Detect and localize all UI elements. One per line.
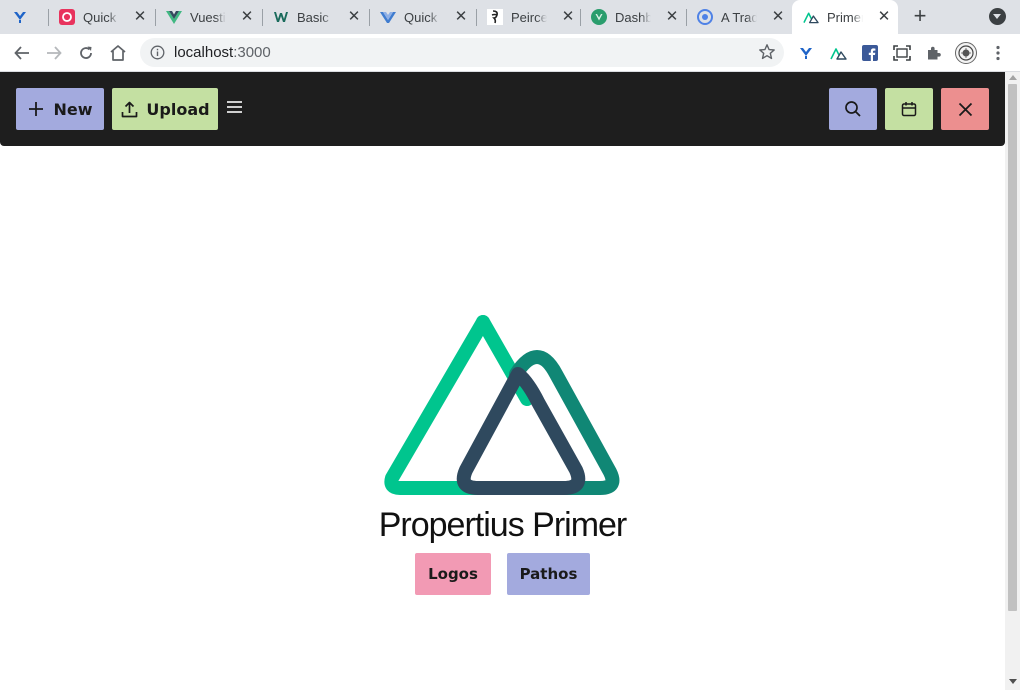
figure-icon xyxy=(487,9,503,25)
search-button[interactable] xyxy=(829,88,877,130)
url-text: localhost:3000 xyxy=(174,44,271,61)
new-tab-button[interactable]: + xyxy=(909,5,931,28)
vuestic-y-icon xyxy=(800,48,812,59)
browser-tab[interactable]: Vuestic ✕ xyxy=(166,0,261,34)
close-tab-icon[interactable]: ✕ xyxy=(560,9,576,25)
vite-icon xyxy=(380,9,396,25)
screenshot-icon xyxy=(893,45,911,61)
forward-button[interactable] xyxy=(42,41,66,65)
info-icon[interactable] xyxy=(150,45,165,60)
nuxt-logo-icon xyxy=(384,315,620,495)
reload-icon xyxy=(80,46,92,59)
tab-title: Primer xyxy=(827,9,863,25)
logos-button[interactable]: Logos xyxy=(415,553,491,595)
browser-tab[interactable] xyxy=(12,0,48,34)
logos-button-label: Logos xyxy=(428,565,478,583)
calendar-button[interactable] xyxy=(885,88,933,130)
more-vert-icon xyxy=(996,45,1000,61)
arrow-left-icon xyxy=(14,46,29,60)
browser-tab-strip: Quick S ✕ Vuestic ✕ Basic C ✕ Quick S ✕ … xyxy=(0,0,1020,34)
close-tab-icon[interactable]: ✕ xyxy=(132,9,148,25)
chrome-circle-icon xyxy=(697,9,713,25)
new-button-label: New xyxy=(53,99,93,119)
calendar-icon xyxy=(901,102,917,117)
browser-menu-button[interactable] xyxy=(986,41,1010,65)
menu-icon[interactable] xyxy=(227,101,242,115)
tab-title: Basic C xyxy=(297,9,333,25)
tab-title: Peirce's xyxy=(511,9,547,25)
browser-tab[interactable]: Peirce's ✕ xyxy=(487,0,582,34)
scrollbar-thumb[interactable] xyxy=(1008,84,1017,611)
vuestic-y-icon xyxy=(12,9,28,25)
close-tab-icon[interactable]: ✕ xyxy=(876,9,892,25)
extension-screenshot-button[interactable] xyxy=(890,41,914,65)
close-tab-icon[interactable]: ✕ xyxy=(770,9,786,25)
tab-title: Vuestic xyxy=(190,9,226,25)
extension-vuestic-button[interactable] xyxy=(794,41,818,65)
browser-tab[interactable]: Dashbo ✕ xyxy=(591,0,686,34)
browser-tab[interactable]: Quick S ✕ xyxy=(380,0,475,34)
tab-title: Dashbo xyxy=(615,9,651,25)
tab-title: A Trade xyxy=(721,9,757,25)
nuxt-icon xyxy=(803,9,819,25)
close-tab-icon[interactable]: ✕ xyxy=(239,9,255,25)
page-viewport: New Upload Propertius Primer Logos Patho… xyxy=(0,72,1020,690)
quasar-q-icon xyxy=(59,9,75,25)
extension-facebook-button[interactable] xyxy=(858,41,882,65)
puzzle-icon xyxy=(928,46,941,60)
scroll-down-arrow-icon[interactable] xyxy=(1009,679,1017,684)
tab-title: Quick S xyxy=(83,9,119,25)
plus-icon xyxy=(27,100,45,118)
extensions-button[interactable] xyxy=(922,41,946,65)
vue-circle-icon xyxy=(591,9,607,25)
reload-button[interactable] xyxy=(74,41,98,65)
vuetify-w-icon xyxy=(273,9,289,25)
app-toolbar: New Upload xyxy=(0,72,1005,146)
browser-tab-active[interactable]: Primer ✕ xyxy=(792,0,898,34)
close-tab-icon[interactable]: ✕ xyxy=(664,9,680,25)
search-icon xyxy=(845,101,861,117)
browser-tab[interactable]: Quick S ✕ xyxy=(59,0,154,34)
scroll-up-arrow-icon[interactable] xyxy=(1009,75,1017,80)
upload-button-label: Upload xyxy=(146,99,210,119)
upload-button[interactable]: Upload xyxy=(112,88,218,130)
bookmark-star-icon[interactable] xyxy=(758,43,776,61)
close-icon xyxy=(958,102,972,116)
profile-avatar[interactable] xyxy=(954,41,978,65)
browser-toolbar: localhost:3000 xyxy=(0,34,1020,72)
close-tab-icon[interactable]: ✕ xyxy=(453,9,469,25)
avatar-seal-icon xyxy=(955,42,977,64)
upload-icon xyxy=(120,100,138,118)
browser-tab[interactable]: Basic C ✕ xyxy=(273,0,368,34)
address-bar[interactable]: localhost:3000 xyxy=(140,38,784,67)
arrow-right-icon xyxy=(47,46,62,60)
home-icon xyxy=(110,45,126,61)
browser-tab[interactable]: A Trade ✕ xyxy=(697,0,792,34)
new-button[interactable]: New xyxy=(16,88,104,130)
pathos-button-label: Pathos xyxy=(519,565,578,583)
extension-nuxt-button[interactable] xyxy=(826,41,850,65)
pathos-button[interactable]: Pathos xyxy=(507,553,590,595)
home-button[interactable] xyxy=(106,41,130,65)
tab-title: Quick S xyxy=(404,9,440,25)
close-button[interactable] xyxy=(941,88,989,130)
brand-title: Propertius Primer xyxy=(378,506,628,544)
vue-icon xyxy=(166,9,182,25)
back-button[interactable] xyxy=(10,41,34,65)
vertical-scrollbar[interactable] xyxy=(1005,72,1020,690)
close-tab-icon[interactable]: ✕ xyxy=(346,9,362,25)
nuxt-icon xyxy=(829,48,847,60)
facebook-icon xyxy=(862,45,878,61)
tab-search-icon[interactable] xyxy=(989,8,1006,25)
